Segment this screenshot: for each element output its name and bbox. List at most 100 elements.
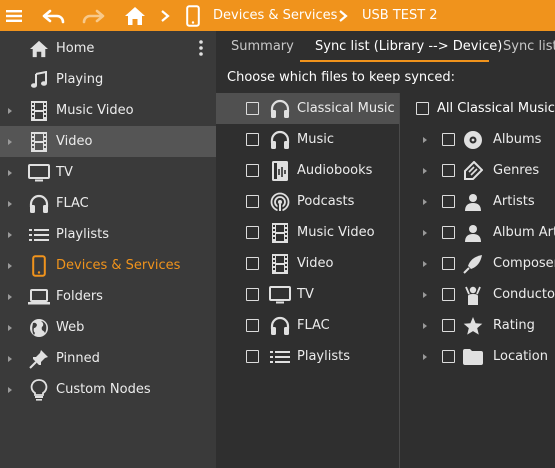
tree-item-album-artists[interactable]: Album Artists <box>400 217 555 248</box>
tree-header-row[interactable]: All Classical Music <box>400 93 555 124</box>
tree-item-genres[interactable]: Genres <box>400 155 555 186</box>
sidebar-item-home[interactable]: Home <box>0 33 216 64</box>
tree-item-label: Conductors <box>493 287 555 302</box>
collection-playlists[interactable]: Playlists <box>216 341 399 372</box>
redo-button[interactable] <box>76 0 110 31</box>
checkbox[interactable] <box>442 288 455 301</box>
breadcrumb-chevron-icon <box>160 0 170 31</box>
audiobook-icon <box>269 160 291 182</box>
breadcrumb-chevron-icon <box>338 0 348 31</box>
hamburger-icon <box>6 9 22 22</box>
expand-arrow-icon[interactable] <box>421 167 429 175</box>
sidebar-item-playlists[interactable]: Playlists <box>0 219 216 250</box>
breadcrumb-device[interactable]: USB TEST 2 <box>362 0 438 31</box>
tree-item-conductors[interactable]: Conductors <box>400 279 555 310</box>
checkbox[interactable] <box>442 164 455 177</box>
top-bar: Devices & Services USB TEST 2 <box>0 0 555 31</box>
checkbox[interactable] <box>246 257 259 270</box>
tree-item-artists[interactable]: Artists <box>400 186 555 217</box>
sidebar-item-tv[interactable]: TV <box>0 157 216 188</box>
checkbox[interactable] <box>246 102 259 115</box>
tab-sync-list-library-device[interactable]: Sync list (Library --> Device) <box>315 31 502 62</box>
phone-icon <box>186 4 200 27</box>
expand-arrow-icon[interactable] <box>421 291 429 299</box>
tab-sync-list-device[interactable]: Sync list <box>503 31 555 62</box>
sidebar-item-pinned[interactable]: Pinned <box>0 343 216 374</box>
tree-item-label: Location <box>493 349 548 364</box>
expand-arrow-icon[interactable] <box>6 107 14 115</box>
sidebar-item-label: Music Video <box>56 103 134 118</box>
checkbox[interactable] <box>246 133 259 146</box>
home-icon <box>125 6 145 25</box>
sidebar-item-devices-services[interactable]: Devices & Services <box>0 250 216 281</box>
expand-arrow-icon[interactable] <box>421 322 429 330</box>
expand-arrow-icon[interactable] <box>421 198 429 206</box>
checkbox[interactable] <box>246 164 259 177</box>
headphones-icon <box>269 315 291 337</box>
breadcrumb-devices-services[interactable]: Devices & Services <box>213 0 337 31</box>
checkbox[interactable] <box>416 102 429 115</box>
tree-header-label: All Classical Music <box>437 101 555 116</box>
collection-tv[interactable]: TV <box>216 279 399 310</box>
expand-arrow-icon[interactable] <box>421 353 429 361</box>
expand-arrow-icon[interactable] <box>6 138 14 146</box>
expand-arrow-icon[interactable] <box>6 200 14 208</box>
person-icon <box>462 191 484 213</box>
undo-button[interactable] <box>37 0 71 31</box>
sidebar-item-custom-nodes[interactable]: Custom Nodes <box>0 374 216 405</box>
sidebar-item-folders[interactable]: Folders <box>0 281 216 312</box>
checkbox[interactable] <box>442 195 455 208</box>
pin-icon <box>28 348 50 370</box>
home-button[interactable] <box>120 0 150 31</box>
expand-arrow-icon[interactable] <box>6 262 14 270</box>
tree-item-rating[interactable]: Rating <box>400 310 555 341</box>
checkbox[interactable] <box>442 257 455 270</box>
expand-arrow-icon[interactable] <box>6 355 14 363</box>
collection-label: Music Video <box>297 225 375 240</box>
checkbox[interactable] <box>246 226 259 239</box>
sidebar-item-playing[interactable]: Playing <box>0 64 216 95</box>
sidebar-item-label: Home <box>56 41 95 56</box>
sidebar: Home Playing Music Video Video TV FLAC P… <box>0 31 216 468</box>
tab-summary[interactable]: Summary <box>231 31 294 62</box>
sidebar-item-music-video[interactable]: Music Video <box>0 95 216 126</box>
collection-music-video[interactable]: Music Video <box>216 217 399 248</box>
expand-arrow-icon[interactable] <box>6 324 14 332</box>
checkbox[interactable] <box>246 288 259 301</box>
tree-item-albums[interactable]: Albums <box>400 124 555 155</box>
checkbox[interactable] <box>442 319 455 332</box>
collection-label: Audiobooks <box>297 163 373 178</box>
sidebar-item-web[interactable]: Web <box>0 312 216 343</box>
sidebar-item-label: TV <box>56 165 73 180</box>
tv-icon <box>28 162 50 184</box>
hamburger-menu-button[interactable] <box>0 0 28 31</box>
expand-arrow-icon[interactable] <box>6 169 14 177</box>
expand-arrow-icon[interactable] <box>421 136 429 144</box>
sidebar-item-video[interactable]: Video <box>0 126 216 157</box>
expand-arrow-icon[interactable] <box>6 386 14 394</box>
expand-arrow-icon[interactable] <box>6 293 14 301</box>
checkbox[interactable] <box>442 226 455 239</box>
checkbox[interactable] <box>246 195 259 208</box>
sidebar-item-label: Video <box>56 134 93 149</box>
collection-audiobooks[interactable]: Audiobooks <box>216 155 399 186</box>
collection-music[interactable]: Music <box>216 124 399 155</box>
collection-video[interactable]: Video <box>216 248 399 279</box>
collection-classical-music[interactable]: Classical Music <box>216 93 399 124</box>
sidebar-item-label: Pinned <box>56 351 100 366</box>
tree-item-location[interactable]: Location <box>400 341 555 372</box>
collection-podcasts[interactable]: Podcasts <box>216 186 399 217</box>
redo-icon <box>82 9 105 23</box>
sidebar-item-flac[interactable]: FLAC <box>0 188 216 219</box>
collection-label: Podcasts <box>297 194 355 209</box>
checkbox[interactable] <box>442 350 455 363</box>
checkbox[interactable] <box>246 319 259 332</box>
expand-arrow-icon[interactable] <box>421 260 429 268</box>
expand-arrow-icon[interactable] <box>6 231 14 239</box>
checkbox[interactable] <box>246 350 259 363</box>
expand-arrow-icon[interactable] <box>421 229 429 237</box>
device-crumb-icon-button[interactable] <box>182 0 204 31</box>
checkbox[interactable] <box>442 133 455 146</box>
tree-item-composers[interactable]: Composers <box>400 248 555 279</box>
collection-flac[interactable]: FLAC <box>216 310 399 341</box>
